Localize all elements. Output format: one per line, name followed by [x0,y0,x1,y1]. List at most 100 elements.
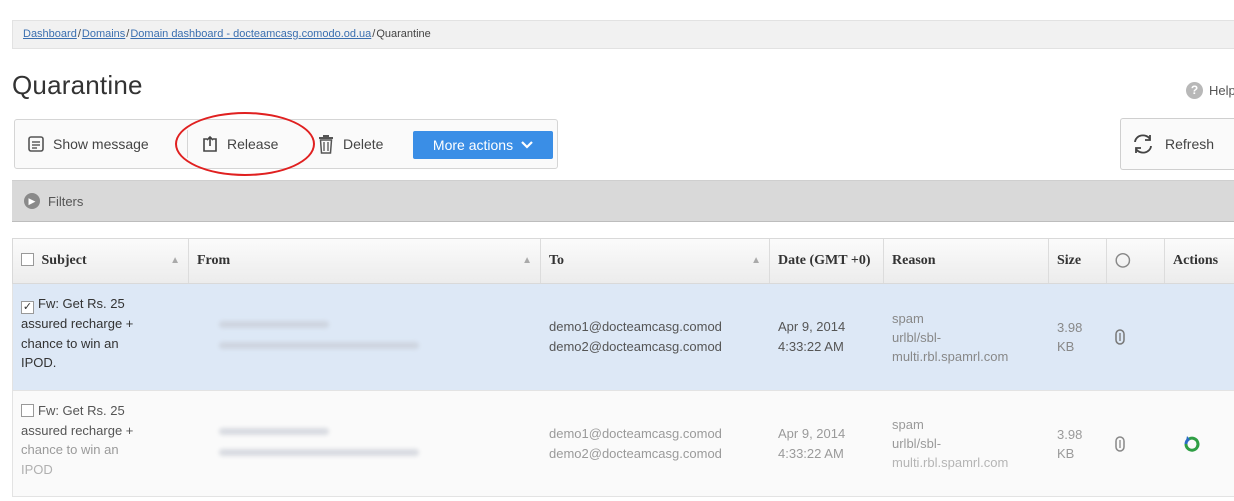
more-actions-button[interactable]: More actions [413,131,553,159]
column-subject-label: Subject [41,253,87,268]
quarantine-table: Subject ▲ From ▲ To ▲ Date (GMT +0) Reas… [12,238,1234,497]
subject-line: Fw: Get Rs. 25 [38,403,125,418]
table-header: Subject ▲ From ▲ To ▲ Date (GMT +0) Reas… [12,238,1234,284]
reason-line: multi.rbl.spamrl.com [892,455,1009,470]
subject-cell: ✓ Fw: Get Rs. 25 assured recharge + chanc… [13,284,189,390]
refresh-icon [1134,134,1152,154]
column-attachment[interactable]: ◯ [1107,239,1165,283]
from-cell-redacted [189,391,541,496]
help-link[interactable]: ? Help [1186,82,1234,99]
attachment-cell [1107,284,1165,390]
redacted-sender-email [219,342,419,349]
column-from[interactable]: From ▲ [189,239,541,283]
help-icon: ? [1186,82,1203,99]
size-value: 3.98 [1057,320,1083,335]
size-cell: 3.98 KB [1049,284,1107,390]
subject-line: Fw: Get Rs. 25 [38,296,125,311]
release-label: Release [227,136,279,152]
reason-line: spam [892,310,924,326]
toolbar-divider [187,130,188,158]
date-cell: Apr 9, 2014 4:33:22 AM [770,391,884,496]
recipient: demo1@docteamcasg.comod [549,425,722,441]
help-label: Help [1209,83,1234,98]
breadcrumb-domain-dashboard-link[interactable]: Domain dashboard - docteamcasg.comodo.od… [130,28,371,40]
action-toolbar: Show message Release Delete More actions [14,119,558,169]
more-actions-label: More actions [432,137,514,153]
sort-icon: ▲ [522,255,532,266]
recipient: demo2@docteamcasg.comod [549,445,722,461]
attachment-icon [1115,329,1125,345]
column-date[interactable]: Date (GMT +0) [770,239,884,283]
from-cell-redacted [189,284,541,390]
delete-button[interactable]: Delete [317,120,383,168]
column-date-label: Date (GMT +0) [778,253,871,268]
release-icon [203,135,217,152]
time-value: 4:33:22 AM [778,339,844,354]
page-title: Quarantine [12,70,143,100]
recipient: demo1@docteamcasg.comod [549,319,722,334]
column-from-label: From [197,253,231,268]
column-reason-label: Reason [892,253,936,268]
refresh-label: Refresh [1165,136,1215,152]
column-actions: Actions [1165,239,1234,283]
show-message-button[interactable]: Show message [27,120,149,168]
attachment-icon: ◯ [1115,253,1131,268]
select-all-checkbox[interactable] [21,253,34,266]
subject-line: assured recharge + [21,422,134,438]
redacted-sender-name [219,321,329,328]
subject-line: IPOD. [21,355,57,370]
date-value: Apr 9, 2014 [778,425,846,441]
show-message-label: Show message [53,136,149,152]
release-button[interactable]: Release [201,120,278,168]
column-size[interactable]: Size [1049,239,1107,283]
redacted-sender-name [219,427,329,435]
breadcrumb: Dashboard/Domains/Domain dashboard - doc… [12,20,1234,49]
sort-icon: ▲ [751,255,761,266]
size-cell: 3.98 KB [1049,391,1107,496]
filters-arrow-icon: ▶ [24,193,40,209]
restore-icon[interactable] [1183,435,1201,453]
reason-line: multi.rbl.spamrl.com [892,348,1009,364]
table-row[interactable]: Fw: Get Rs. 25 assured recharge + chance… [12,391,1234,497]
column-size-label: Size [1057,253,1082,268]
recipient: demo2@docteamcasg.comod [549,339,722,354]
size-value: 3.98 [1057,426,1083,442]
column-to-label: To [549,253,565,268]
actions-cell [1165,391,1234,496]
subject-line: chance to win an [21,442,119,457]
date-cell: Apr 9, 2014 4:33:22 AM [770,284,884,390]
filters-label: Filters [48,193,84,209]
refresh-button[interactable]: Refresh [1120,118,1234,170]
filters-bar[interactable]: ▶ Filters [12,180,1234,222]
column-subject[interactable]: Subject ▲ [13,239,189,283]
to-cell: demo1@docteamcasg.comod demo2@docteamcas… [541,284,770,390]
column-actions-label: Actions [1173,253,1219,268]
column-reason[interactable]: Reason [884,239,1049,283]
breadcrumb-current: Quarantine [376,28,431,40]
column-to[interactable]: To ▲ [541,239,770,283]
reason-line: urlbl/sbl- [892,436,942,451]
row-checkbox[interactable] [21,404,34,417]
reason-cell: spam urlbl/sbl- multi.rbl.spamrl.com [884,284,1049,390]
chevron-down-icon [521,141,533,149]
size-unit: KB [1057,445,1075,461]
to-cell: demo1@docteamcasg.comod demo2@docteamcas… [541,391,770,496]
attachment-cell [1107,391,1165,496]
time-value: 4:33:22 AM [778,445,844,461]
redacted-sender-email [219,448,419,456]
subject-cell: Fw: Get Rs. 25 assured recharge + chance… [13,391,189,496]
reason-line: spam [892,417,924,432]
date-value: Apr 9, 2014 [778,319,846,334]
sort-icon: ▲ [170,255,180,266]
reason-line: urlbl/sbl- [892,329,942,345]
breadcrumb-domains-link[interactable]: Domains [82,28,125,40]
subject-line: assured recharge + [21,316,134,331]
subject-line: IPOD [21,461,53,477]
subject-line: chance to win an [21,335,119,351]
table-row[interactable]: ✓ Fw: Get Rs. 25 assured recharge + chanc… [12,284,1234,391]
size-unit: KB [1057,339,1075,354]
reason-cell: spam urlbl/sbl- multi.rbl.spamrl.com [884,391,1049,496]
row-checkbox[interactable]: ✓ [21,301,34,314]
attachment-icon [1115,435,1125,452]
breadcrumb-dashboard-link[interactable]: Dashboard [23,28,77,40]
